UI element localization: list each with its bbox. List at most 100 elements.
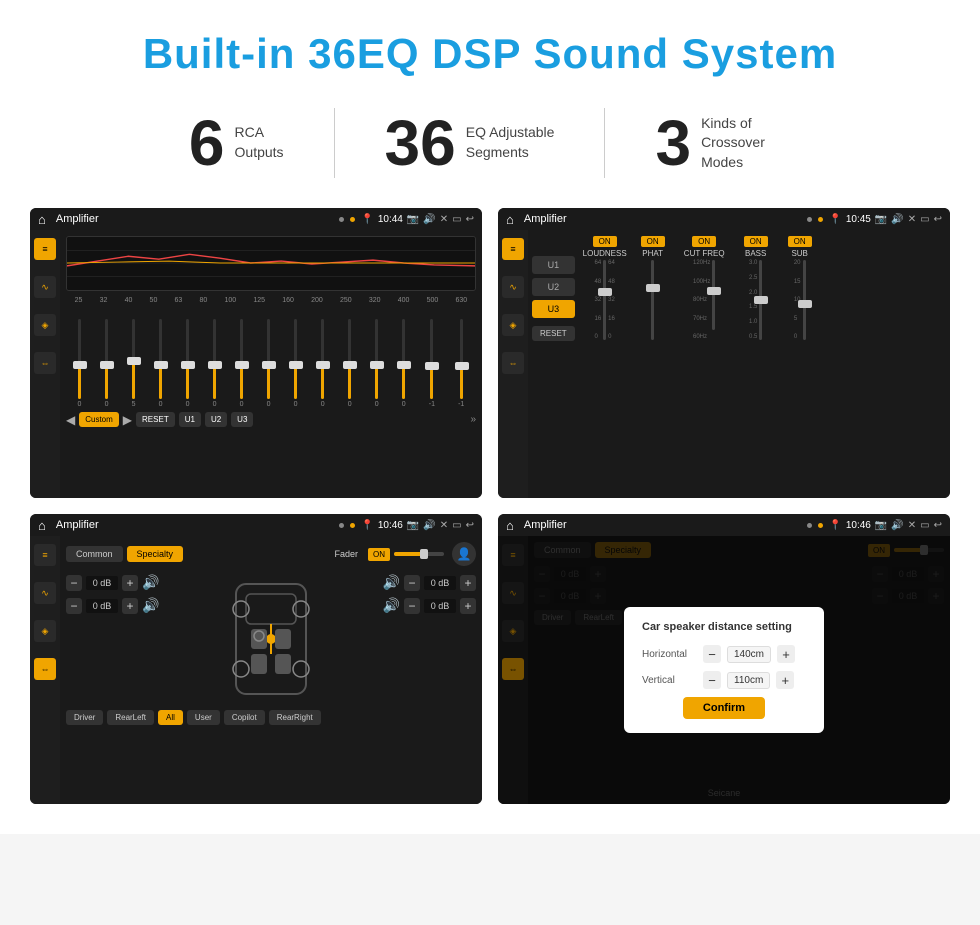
home-icon-2[interactable]: ⌂: [506, 212, 514, 227]
fader-on-toggle[interactable]: ON: [368, 548, 390, 561]
eq-slider-9[interactable]: 0: [294, 319, 298, 408]
eq-slider-1[interactable]: 0: [78, 319, 82, 408]
on-phat[interactable]: ON: [641, 236, 665, 247]
home-icon-4[interactable]: ⌂: [506, 518, 514, 533]
next-arrow[interactable]: ▶: [123, 413, 132, 427]
specialty-tab-3[interactable]: Specialty: [127, 546, 184, 562]
driver-btn[interactable]: Driver: [66, 710, 103, 725]
status-bar-1: ⌂ Amplifier 📍 10:44 📷 🔊 ✕ ▭ ↩: [30, 208, 482, 230]
stats-row: 6 RCAOutputs 36 EQ AdjustableSegments 3 …: [30, 108, 950, 178]
wave-icon-btn[interactable]: ∿: [34, 276, 56, 298]
dot-icon-3: [339, 523, 344, 528]
ch-fl-minus[interactable]: −: [66, 575, 82, 591]
u2-crossover-btn[interactable]: U2: [532, 278, 575, 296]
freq-labels-loudness: 644832160: [594, 260, 601, 340]
eq-slider-4[interactable]: 0: [159, 319, 163, 408]
confirm-button[interactable]: Confirm: [683, 697, 765, 719]
loudness-label: LOUDNESS: [583, 249, 627, 258]
eq-slider-2[interactable]: 0: [105, 319, 109, 408]
ch-fl-plus[interactable]: +: [122, 575, 138, 591]
speaker-icon-btn[interactable]: ◈: [34, 314, 56, 336]
back-icon-4[interactable]: ↩: [934, 520, 942, 531]
close-icon-2[interactable]: ✕: [908, 214, 916, 225]
on-sub[interactable]: ON: [788, 236, 812, 247]
eq-icon-btn-3[interactable]: ≡: [34, 544, 56, 566]
fader-slider-svg[interactable]: [394, 547, 444, 561]
home-icon-3[interactable]: ⌂: [38, 518, 46, 533]
speaker-fl-icon: 🔊: [142, 574, 159, 591]
common-tab-3[interactable]: Common: [66, 546, 123, 562]
ch-rr-plus[interactable]: +: [460, 598, 476, 614]
close-icon-1[interactable]: ✕: [440, 214, 448, 225]
speaker-icon-btn-3[interactable]: ◈: [34, 620, 56, 642]
eq-slider-13[interactable]: 0: [402, 319, 406, 408]
ch-row-fl: − 0 dB + 🔊: [66, 574, 159, 591]
u1-btn[interactable]: U1: [179, 412, 201, 427]
eq-icon-btn-2[interactable]: ≡: [502, 238, 524, 260]
all-btn[interactable]: All: [158, 710, 183, 725]
vertical-plus[interactable]: +: [776, 671, 794, 689]
eq-slider-12[interactable]: 0: [375, 319, 379, 408]
eq-slider-3[interactable]: 5: [132, 319, 136, 408]
vertical-minus[interactable]: −: [703, 671, 721, 689]
back-icon-1[interactable]: ↩: [466, 214, 474, 225]
rearright-btn[interactable]: RearRight: [269, 710, 321, 725]
close-icon-4[interactable]: ✕: [908, 520, 916, 531]
reset-btn-eq[interactable]: RESET: [136, 412, 175, 427]
slider-cutfreq[interactable]: [712, 260, 715, 330]
arrow-icon-btn-2[interactable]: ⇔: [502, 352, 524, 374]
eq-slider-11[interactable]: 0: [348, 319, 352, 408]
freq-630: 630: [456, 297, 468, 304]
ch-rl-minus[interactable]: −: [66, 598, 82, 614]
on-loudness[interactable]: ON: [593, 236, 617, 247]
eq-icon-btn[interactable]: ≡: [34, 238, 56, 260]
eq-slider-7[interactable]: 0: [240, 319, 244, 408]
on-cutfreq[interactable]: ON: [692, 236, 716, 247]
back-icon-3[interactable]: ↩: [466, 520, 474, 531]
copilot-btn[interactable]: Copilot: [224, 710, 265, 725]
close-icon-3[interactable]: ✕: [440, 520, 448, 531]
wave-icon-btn-3[interactable]: ∿: [34, 582, 56, 604]
on-bass[interactable]: ON: [744, 236, 768, 247]
more-icon[interactable]: »: [470, 414, 476, 425]
freq-160: 160: [282, 297, 294, 304]
reset-crossover-btn[interactable]: RESET: [532, 326, 575, 341]
horizontal-minus[interactable]: −: [703, 645, 721, 663]
slider-bass[interactable]: [759, 260, 762, 340]
u1-crossover-btn[interactable]: U1: [532, 256, 575, 274]
speaker-icon-btn-2[interactable]: ◈: [502, 314, 524, 336]
u3-btn[interactable]: U3: [231, 412, 253, 427]
eq-slider-14[interactable]: -1: [429, 319, 435, 408]
ch-rr-minus[interactable]: −: [404, 598, 420, 614]
fader-label: Fader: [334, 549, 358, 559]
user-btn[interactable]: User: [187, 710, 220, 725]
eq-slider-15[interactable]: -1: [458, 319, 464, 408]
rearleft-btn[interactable]: RearLeft: [107, 710, 154, 725]
arrow-icon-btn[interactable]: ⇔: [34, 352, 56, 374]
eq-slider-8[interactable]: 0: [267, 319, 271, 408]
ch-fr-minus[interactable]: −: [404, 575, 420, 591]
status-icons-1: 📍 10:44 📷 🔊 ✕ ▭ ↩: [361, 214, 474, 225]
u2-btn[interactable]: U2: [205, 412, 227, 427]
ch-fr-plus[interactable]: +: [460, 575, 476, 591]
eq-slider-5[interactable]: 0: [186, 319, 190, 408]
horizontal-plus[interactable]: +: [777, 645, 795, 663]
freq-40: 40: [125, 297, 133, 304]
eq-slider-10[interactable]: 0: [321, 319, 325, 408]
custom-btn[interactable]: Custom: [79, 412, 119, 427]
slider-loudness[interactable]: [603, 260, 606, 340]
slider-phat[interactable]: [651, 260, 654, 340]
profile-icon[interactable]: 👤: [452, 542, 476, 566]
slider-sub[interactable]: [803, 260, 806, 340]
speaker-icon-1: 🔊: [423, 214, 435, 225]
dot-yellow-1: [350, 217, 355, 222]
eq-slider-6[interactable]: 0: [213, 319, 217, 408]
u3-crossover-btn[interactable]: U3: [532, 300, 575, 318]
arrow-icon-btn-3[interactable]: ⇔: [34, 658, 56, 680]
screen-icon-3: ▭: [452, 520, 461, 531]
back-icon-2[interactable]: ↩: [934, 214, 942, 225]
wave-icon-btn-2[interactable]: ∿: [502, 276, 524, 298]
prev-arrow[interactable]: ◀: [66, 413, 75, 427]
home-icon-1[interactable]: ⌂: [38, 212, 46, 227]
ch-rl-plus[interactable]: +: [122, 598, 138, 614]
